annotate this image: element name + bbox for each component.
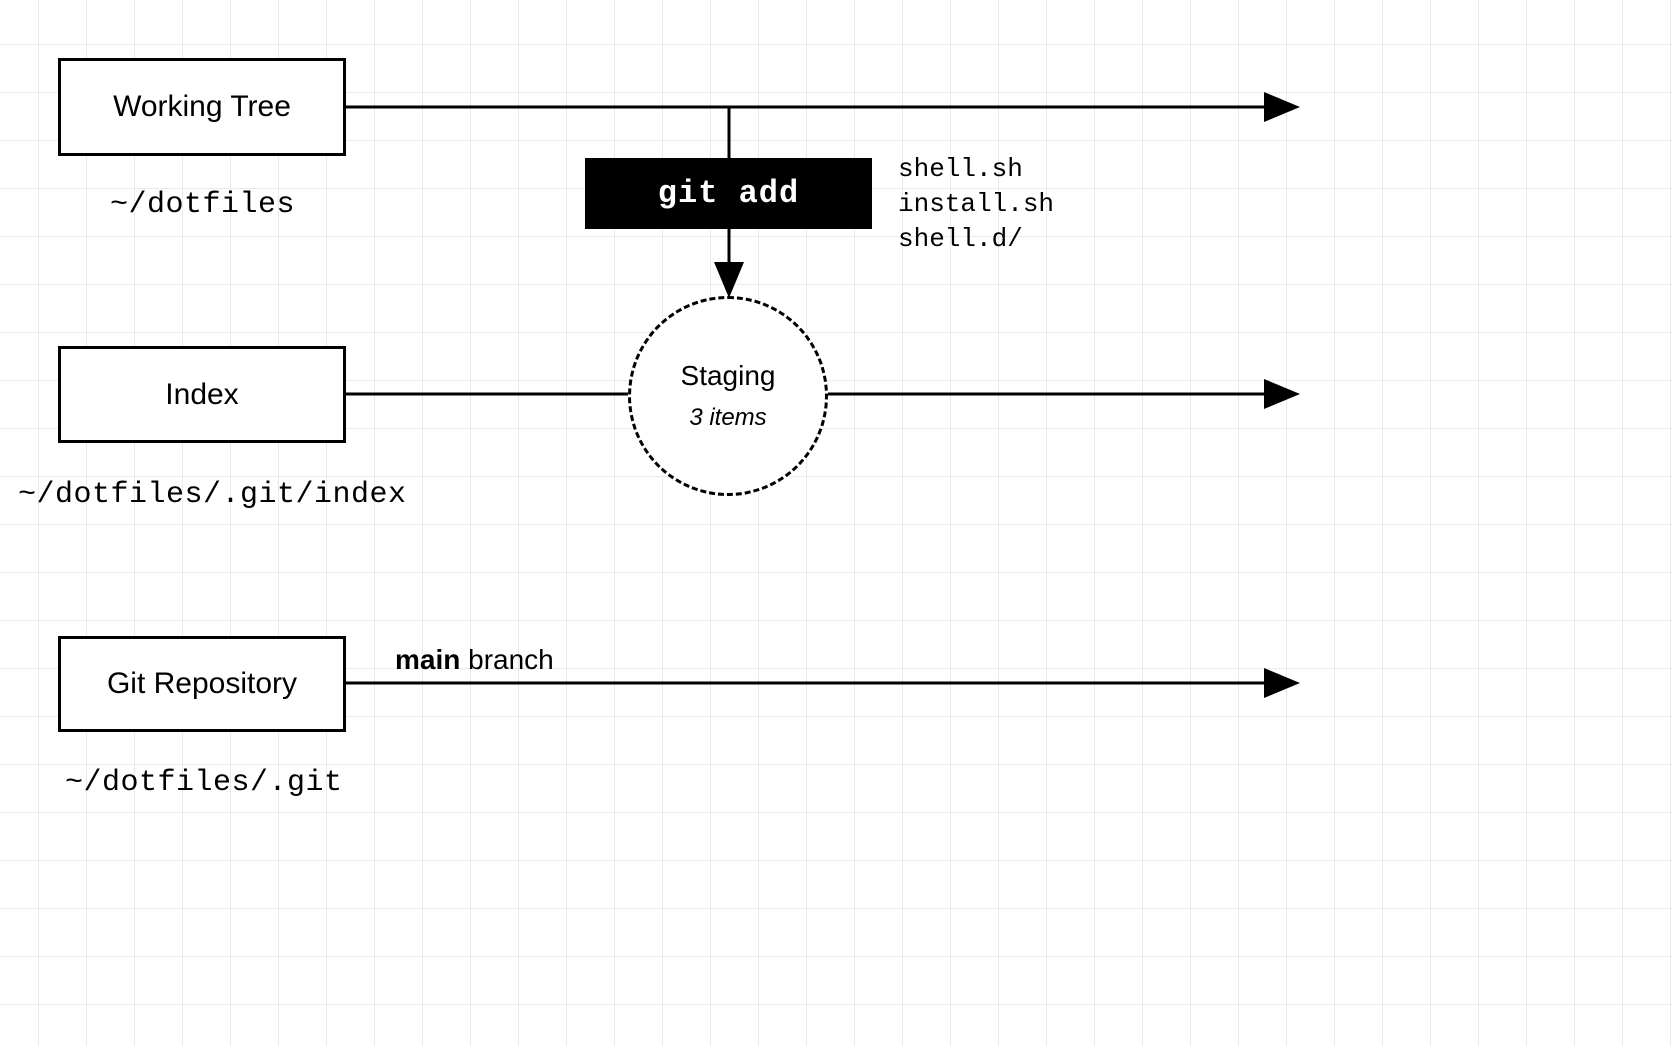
staging-subtitle: 3 items (689, 404, 766, 432)
index-path: ~/dotfiles/.git/index (18, 478, 407, 512)
staging-circle: Staging 3 items (628, 296, 828, 496)
staging-title: Staging (681, 360, 776, 392)
git-repository-box: Git Repository (58, 636, 346, 732)
file-list-item: shell.sh (898, 152, 1054, 187)
working-tree-label: Working Tree (113, 90, 291, 124)
arrows-layer (0, 0, 1672, 1046)
git-repository-path: ~/dotfiles/.git (65, 766, 343, 800)
git-repository-label: Git Repository (107, 667, 297, 701)
branch-name: main (395, 644, 460, 675)
file-list-item: install.sh (898, 187, 1054, 222)
git-add-command-box: git add (585, 158, 872, 229)
git-add-file-list: shell.sh install.sh shell.d/ (898, 152, 1054, 257)
index-box: Index (58, 346, 346, 443)
index-label: Index (165, 378, 238, 412)
working-tree-path: ~/dotfiles (110, 188, 295, 222)
diagram-canvas: Working Tree ~/dotfiles git add shell.sh… (0, 0, 1672, 1046)
branch-suffix: branch (468, 644, 554, 675)
branch-label: main branch (395, 644, 554, 676)
git-add-label: git add (658, 175, 799, 212)
working-tree-box: Working Tree (58, 58, 346, 156)
file-list-item: shell.d/ (898, 222, 1054, 257)
